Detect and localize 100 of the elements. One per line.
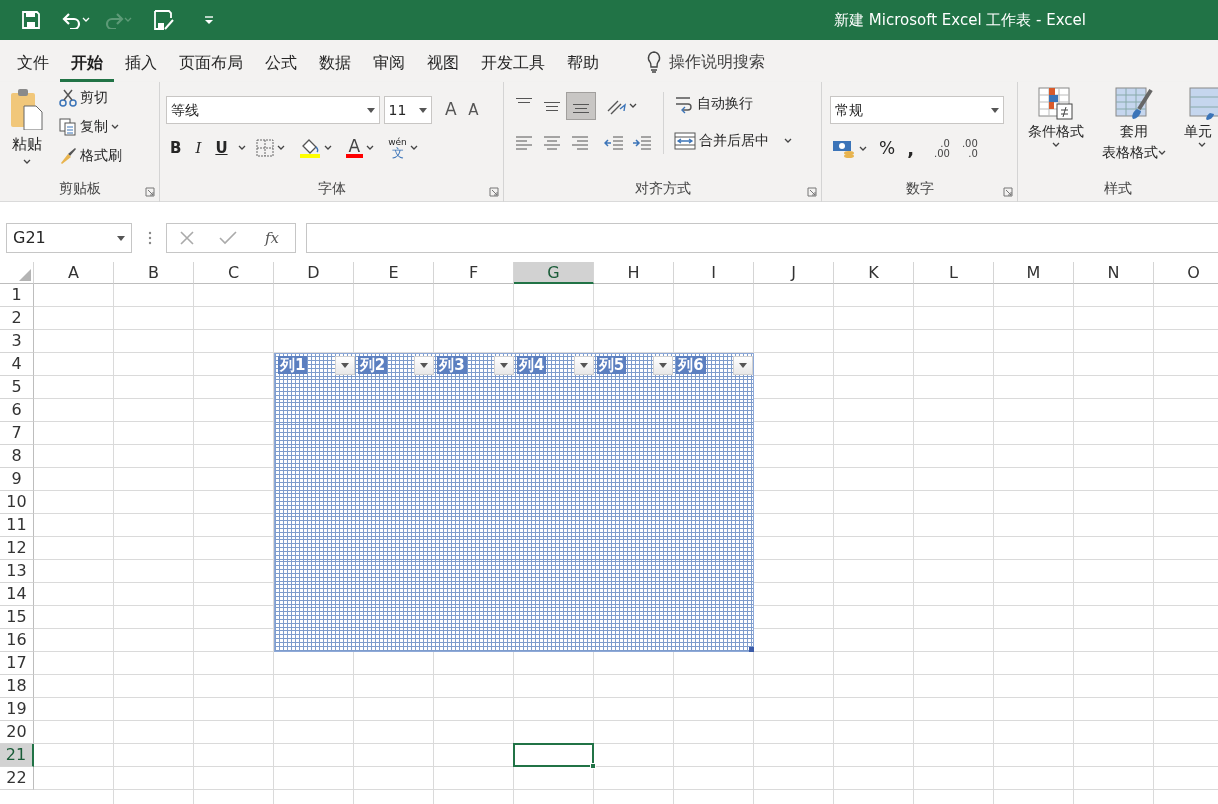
phonetic-guide-button[interactable]: wén 文 (384, 136, 422, 161)
row-header[interactable]: 20 (0, 721, 34, 744)
font-color-button[interactable]: A (341, 137, 379, 159)
row-header[interactable]: 3 (0, 330, 34, 353)
row-header[interactable]: 9 (0, 468, 34, 491)
row-header[interactable]: 11 (0, 514, 34, 537)
font-name-box[interactable]: 等线 (166, 96, 380, 124)
cell-styles-button[interactable]: 单元 (1180, 86, 1218, 164)
row-header[interactable]: 6 (0, 399, 34, 422)
row-header[interactable]: 1 (0, 284, 34, 307)
ribbon-tab[interactable]: 开发工具 (470, 45, 556, 82)
format-painter-button[interactable]: 格式刷 (55, 144, 126, 167)
percent-button[interactable]: % (875, 134, 900, 163)
column-header[interactable]: F (434, 262, 514, 284)
underline-button[interactable]: U (211, 136, 232, 161)
row-header[interactable]: 19 (0, 698, 34, 721)
ribbon-tab[interactable]: 数据 (308, 45, 362, 82)
dialog-launcher-icon[interactable] (489, 187, 499, 197)
row-header[interactable]: 18 (0, 675, 34, 698)
increase-font-size-button[interactable]: A (441, 96, 461, 124)
ribbon-tab[interactable]: 视图 (416, 45, 470, 82)
ribbon-tab[interactable]: 插入 (114, 45, 168, 82)
column-header[interactable]: M (994, 262, 1074, 284)
row-header[interactable]: 21 (0, 744, 34, 767)
copy-button[interactable]: 复制 (55, 115, 126, 138)
row-header[interactable]: 7 (0, 422, 34, 445)
column-header[interactable]: E (354, 262, 434, 284)
filter-dropdown-button[interactable] (733, 355, 754, 375)
filter-dropdown-button[interactable] (414, 355, 435, 375)
ribbon-tab[interactable]: 帮助 (556, 45, 610, 82)
column-header[interactable]: N (1074, 262, 1154, 284)
ribbon-tab[interactable]: 文件 (6, 45, 60, 82)
font-size-box[interactable]: 11 (383, 96, 432, 124)
active-cell[interactable] (513, 743, 594, 767)
formula-input[interactable] (306, 223, 1218, 253)
ribbon-tab[interactable]: 审阅 (362, 45, 416, 82)
align-icon (514, 133, 534, 153)
column-header[interactable]: C (194, 262, 274, 284)
filter-dropdown-button[interactable] (494, 355, 514, 375)
column-header[interactable]: B (114, 262, 194, 284)
dialog-launcher-icon[interactable] (807, 187, 817, 197)
name-box[interactable]: G21 (6, 223, 132, 253)
caret-icon (323, 145, 332, 152)
wrap-text-button[interactable]: 自动换行 (670, 92, 796, 115)
resize-handle-icon[interactable] (749, 647, 754, 652)
dropdown-arrow-icon (500, 362, 508, 368)
caret-icon (409, 145, 418, 152)
insert-function-button[interactable]: fx (260, 225, 283, 251)
vertical-align-button[interactable] (566, 92, 596, 120)
undo-button[interactable] (62, 11, 90, 29)
fill-handle[interactable] (590, 763, 596, 769)
decrease-font-size-button[interactable]: A (464, 97, 483, 123)
column-header[interactable]: I (674, 262, 754, 284)
number-format-box[interactable]: 常规 (830, 96, 1004, 124)
row-header[interactable]: 13 (0, 560, 34, 583)
increase-decimal-button[interactable]: .0 .00 (930, 137, 954, 160)
row-header[interactable]: 16 (0, 629, 34, 652)
decrease-decimal-button[interactable]: .00 .0 (957, 137, 982, 160)
column-header[interactable]: D (274, 262, 354, 284)
filter-dropdown-button[interactable] (653, 355, 674, 375)
column-header[interactable]: L (914, 262, 994, 284)
column-header[interactable]: K (834, 262, 914, 284)
enter-icon[interactable] (218, 230, 237, 246)
format-as-table-button[interactable]: 套用 表格格式 (1098, 86, 1170, 164)
row-header[interactable]: 10 (0, 491, 34, 514)
italic-button[interactable]: I (191, 136, 206, 161)
save-icon[interactable] (21, 10, 41, 30)
row-header[interactable]: 12 (0, 537, 34, 560)
ribbon-tab[interactable]: 公式 (254, 45, 308, 82)
merge-center-button[interactable]: 合并后居中 (670, 129, 796, 152)
ribbon-tab[interactable]: 页面布局 (168, 45, 254, 82)
row-header[interactable]: 2 (0, 307, 34, 330)
comma-style-button[interactable]: , (903, 134, 918, 163)
dialog-launcher-icon[interactable] (145, 187, 155, 197)
more-options-icon (148, 231, 152, 245)
row-header[interactable]: 5 (0, 376, 34, 399)
column-header[interactable]: G (514, 262, 594, 284)
row-header[interactable]: 8 (0, 445, 34, 468)
paintbrush-icon (59, 146, 77, 165)
row-header[interactable]: 22 (0, 767, 34, 790)
column-header[interactable]: J (754, 262, 834, 284)
filter-dropdown-button[interactable] (334, 355, 355, 375)
dialog-launcher-icon[interactable] (1003, 187, 1013, 197)
dropdown-arrow-icon (340, 362, 349, 368)
conditional-formatting-button[interactable]: 条件格式 (1024, 86, 1088, 164)
caret-icon (366, 145, 375, 152)
save-edit-icon[interactable] (153, 9, 175, 31)
row-header[interactable]: 15 (0, 606, 34, 629)
cancel-icon[interactable] (179, 230, 195, 246)
row-header[interactable]: 4 (0, 353, 34, 376)
column-header[interactable]: H (594, 262, 674, 284)
cut-button[interactable]: 剪切 (55, 86, 126, 109)
bold-button[interactable]: B (166, 136, 186, 161)
row-header[interactable]: 17 (0, 652, 34, 675)
tell-me-search[interactable]: 操作说明搜索 (646, 50, 765, 82)
row-header[interactable]: 14 (0, 583, 34, 606)
paste-button[interactable]: 粘贴 (6, 86, 48, 167)
filter-dropdown-button[interactable] (573, 355, 594, 375)
column-header[interactable]: A (34, 262, 114, 284)
customize-icon[interactable] (204, 15, 214, 25)
